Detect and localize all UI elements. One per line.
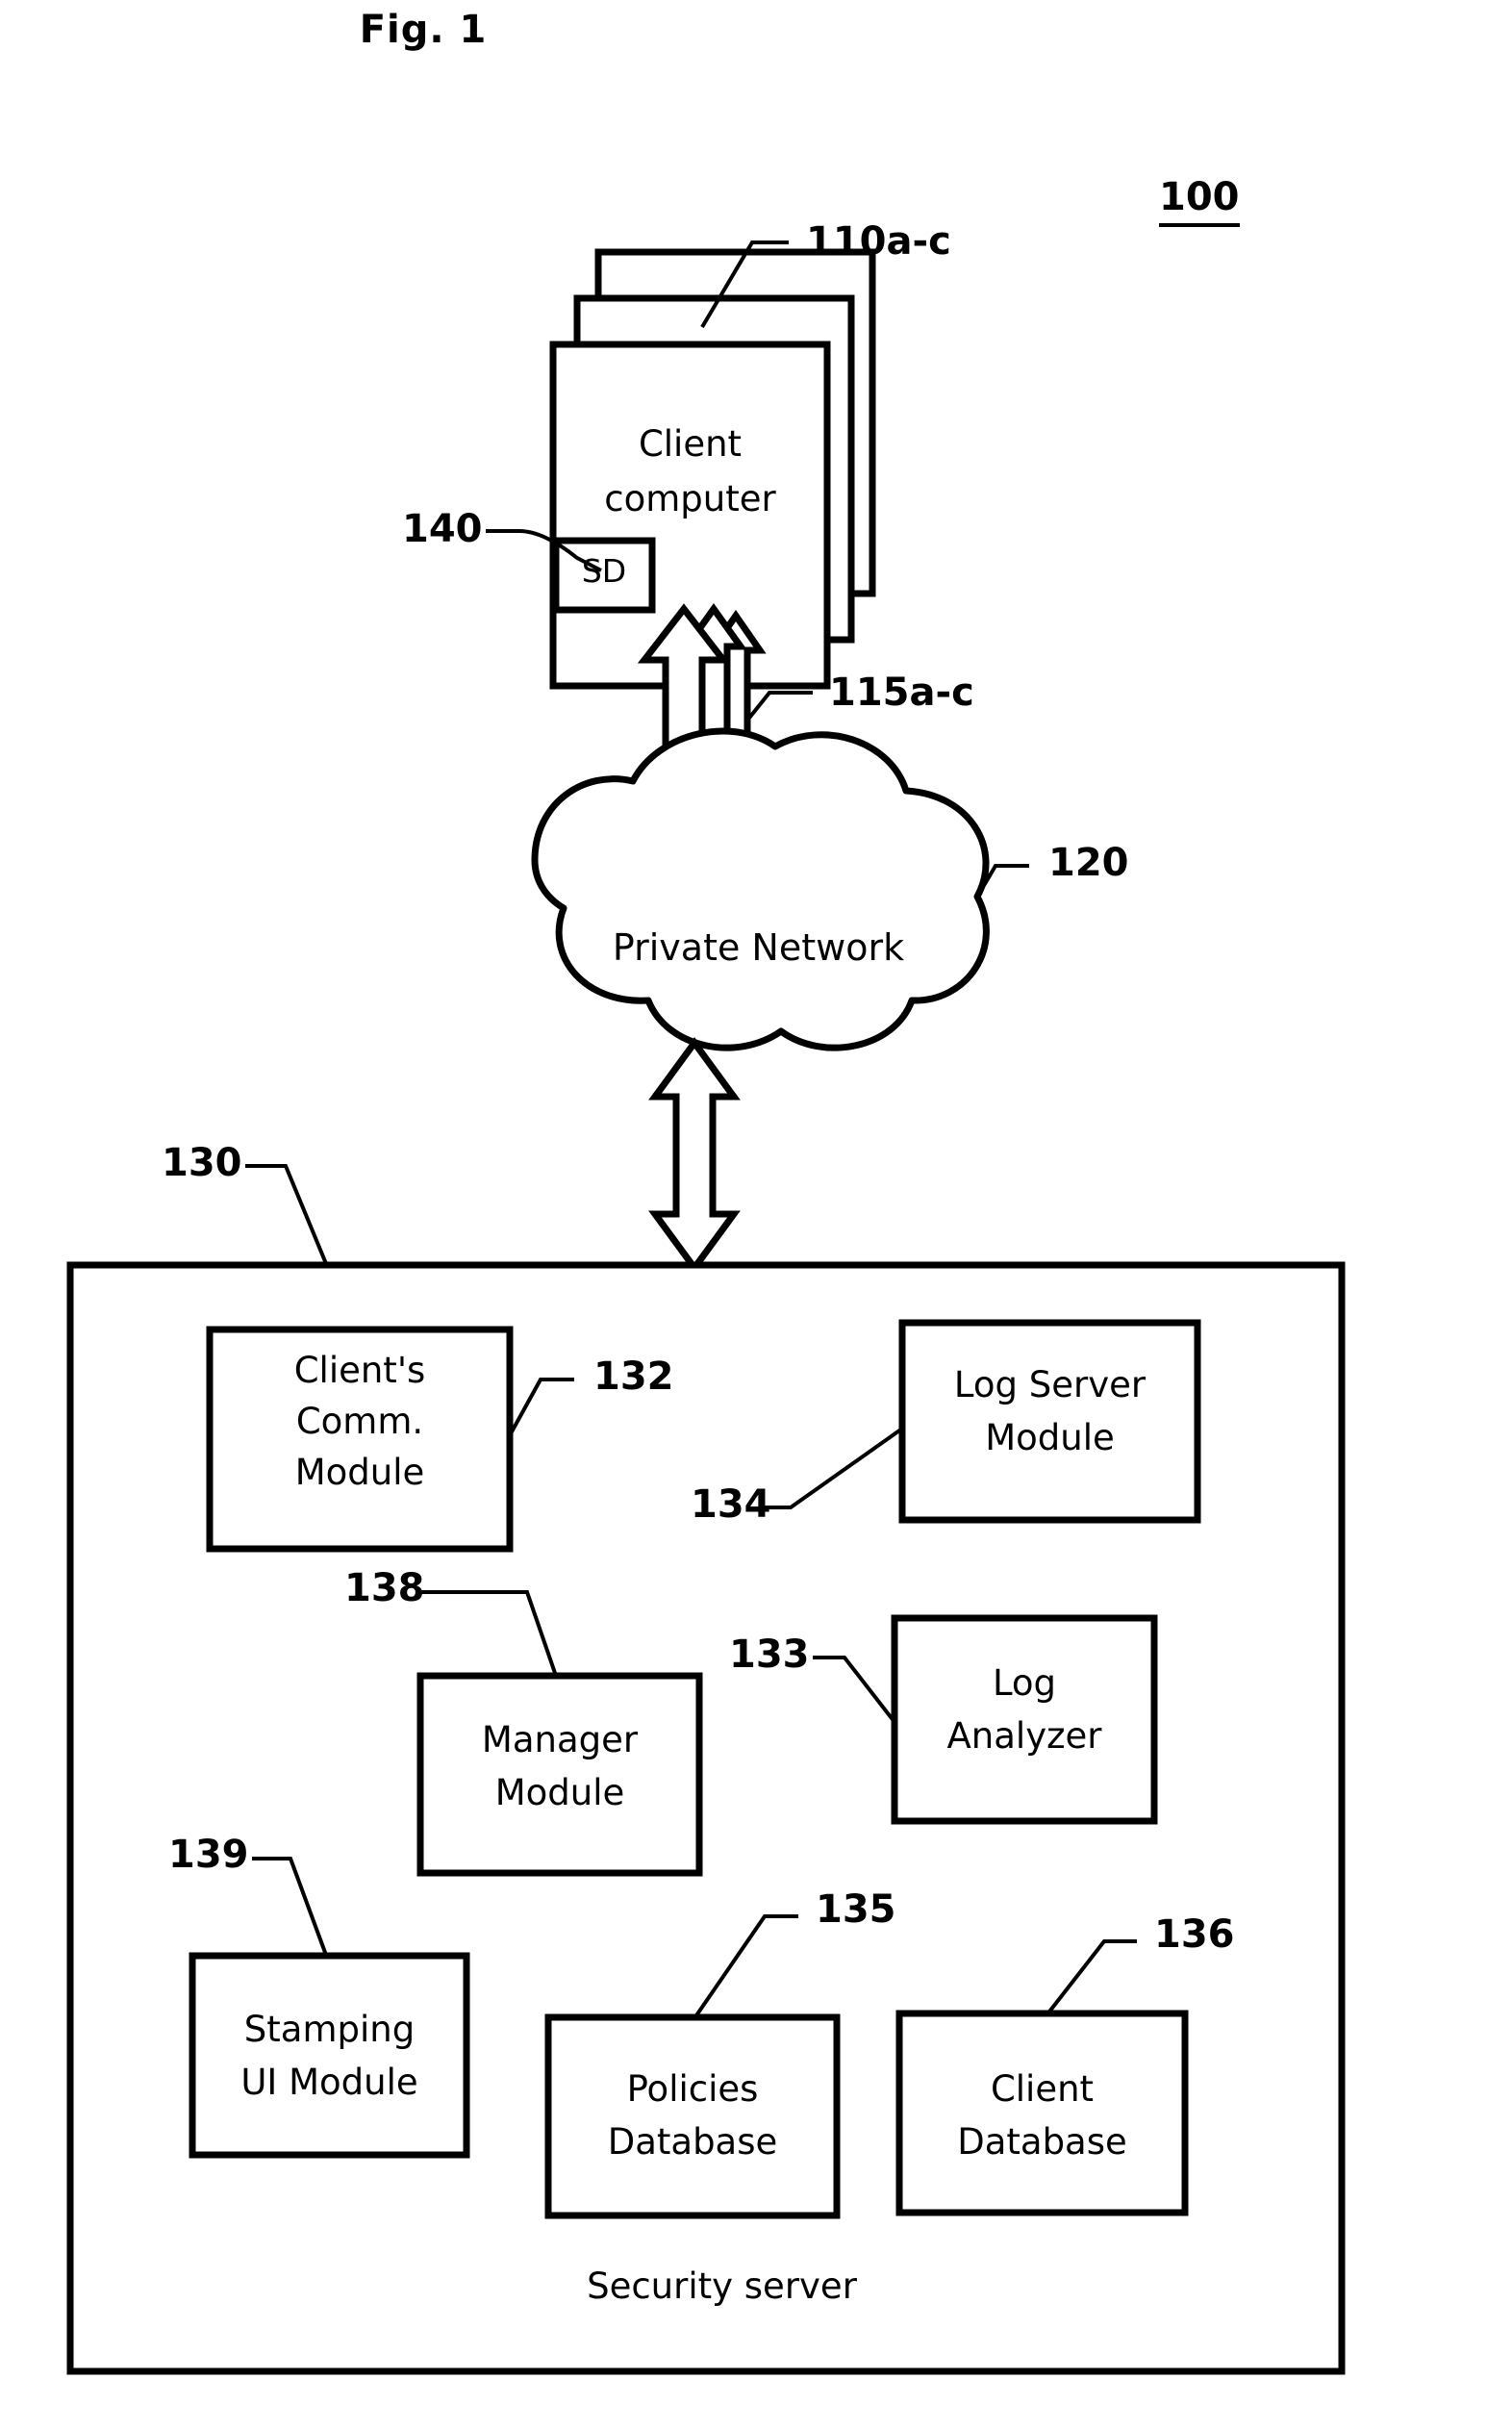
manager-module-line1: Manager (481, 1719, 639, 1760)
policies-database-line1: Policies (626, 2068, 759, 2110)
security-server-caption: Security server (587, 2265, 857, 2307)
ref-label-138: 138 (344, 1566, 425, 1610)
figure-canvas: Fig. 1 100 110a-c Client computer 140 SD… (0, 0, 1512, 2430)
ref-label-139: 139 (168, 1833, 249, 1877)
system-ref-100: 100 (1159, 175, 1240, 228)
stamping-ui-module-line2: UI Module (240, 2062, 418, 2103)
ref-label-120: 120 (1048, 841, 1129, 885)
private-network-label: Private Network (612, 926, 905, 969)
policies-database-line2: Database (607, 2121, 778, 2163)
stamping-ui-module-line1: Stamping (243, 2009, 416, 2050)
figure-title: Fig. 1 (359, 8, 488, 52)
ref-label-135: 135 (816, 1887, 896, 1932)
log-server-module-line1: Log Server (953, 1364, 1147, 1405)
clients-comm-module-line2: Comm. (295, 1401, 424, 1442)
link-arrow-network-to-server (648, 1037, 741, 1274)
ref-label-115: 115a-c (829, 671, 974, 715)
log-server-module-line2: Module (985, 1417, 1115, 1458)
ref-label-140: 140 (402, 507, 483, 551)
client-database-line2: Database (957, 2121, 1127, 2163)
clients-comm-module-line1: Client's (293, 1350, 426, 1391)
sd-badge-label: SD (581, 552, 627, 590)
ref-label-133: 133 (729, 1633, 810, 1677)
client-computer-label-line1: Client (638, 423, 743, 465)
private-network-cloud (531, 727, 990, 1051)
ref-label-110: 110a-c (806, 219, 951, 264)
client-computer-label-line2: computer (604, 478, 776, 519)
module-box-stamping-ui-module (189, 1952, 470, 2159)
clients-comm-module-line3: Module (294, 1452, 425, 1493)
manager-module-line2: Module (494, 1772, 625, 1813)
ref-label-134: 134 (691, 1482, 771, 1527)
client-database-line1: Client (990, 2068, 1095, 2110)
ref-label-136: 136 (1154, 1912, 1235, 1957)
ref-label-130: 130 (162, 1141, 242, 1185)
module-box-client-database (895, 2010, 1189, 2216)
ref-label-132: 132 (593, 1354, 674, 1399)
module-box-policies-database (544, 2013, 841, 2219)
log-analyzer-line2: Analyzer (946, 1715, 1102, 1757)
log-analyzer-line1: Log (992, 1662, 1057, 1704)
leader-line-130 (245, 1164, 329, 1267)
